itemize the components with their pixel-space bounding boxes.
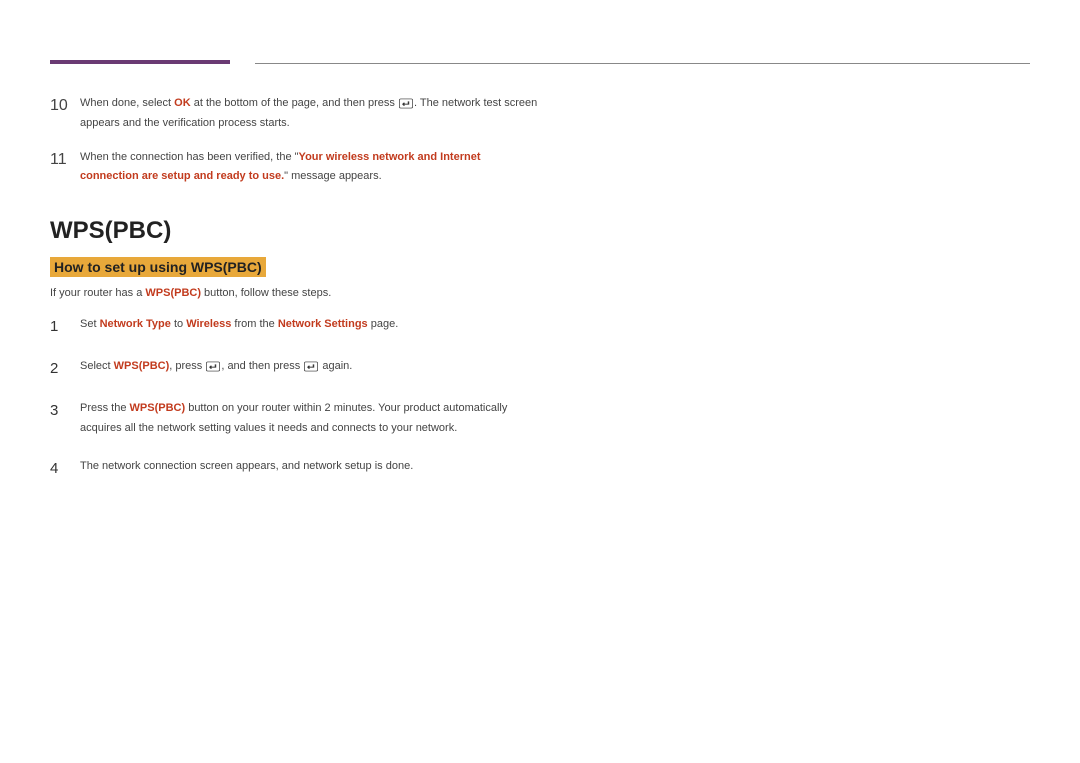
- body-text: " message appears.: [284, 170, 381, 182]
- step-row: 2Select WPS(PBC), press , and then press…: [50, 357, 1030, 381]
- body-text: If your router has a: [50, 287, 145, 299]
- highlight-text: Network Settings: [278, 318, 368, 330]
- subsection-title: How to set up using WPS(PBC): [50, 257, 266, 277]
- body-text: button, follow these steps.: [201, 287, 331, 299]
- step-row: 11When the connection has been verified,…: [50, 148, 1030, 188]
- step-number: 4: [50, 457, 80, 481]
- highlight-text: WPS(PBC): [130, 402, 186, 414]
- highlight-text: WPS(PBC): [145, 287, 201, 299]
- step-body: The network connection screen appears, a…: [80, 457, 413, 477]
- body-text: Set: [80, 318, 100, 330]
- lower-steps: 1Set Network Type to Wireless from the N…: [50, 315, 1030, 481]
- enter-icon: [399, 98, 413, 109]
- intro-text: If your router has a WPS(PBC) button, fo…: [50, 287, 1030, 299]
- body-text: Press the: [80, 402, 130, 414]
- step-body: Set Network Type to Wireless from the Ne…: [80, 315, 398, 335]
- header-rule: [50, 60, 1030, 64]
- enter-icon: [206, 361, 220, 372]
- step-body: When the connection has been verified, t…: [80, 148, 540, 188]
- highlight-text: OK: [174, 97, 191, 109]
- step-number: 10: [50, 94, 80, 118]
- body-text: , and then press: [221, 360, 303, 372]
- step-body: Select WPS(PBC), press , and then press …: [80, 357, 352, 377]
- body-text: again.: [319, 360, 352, 372]
- body-text: , press: [169, 360, 205, 372]
- highlight-text: WPS(PBC): [114, 360, 170, 372]
- body-text: Select: [80, 360, 114, 372]
- step-number: 11: [50, 148, 80, 172]
- step-row: 4The network connection screen appears, …: [50, 457, 1030, 481]
- step-body: When done, select OK at the bottom of th…: [80, 94, 540, 134]
- enter-icon: [304, 361, 318, 372]
- step-number: 2: [50, 357, 80, 381]
- highlight-text: Network Type: [100, 318, 171, 330]
- body-text: When the connection has been verified, t…: [80, 151, 299, 163]
- body-text: from the: [231, 318, 277, 330]
- upper-steps: 10When done, select OK at the bottom of …: [50, 94, 1030, 187]
- divider-line: [255, 63, 1030, 64]
- body-text: When done, select: [80, 97, 174, 109]
- body-text: page.: [368, 318, 399, 330]
- body-text: The network connection screen appears, a…: [80, 460, 413, 472]
- step-number: 1: [50, 315, 80, 339]
- step-row: 3Press the WPS(PBC) button on your route…: [50, 399, 1030, 439]
- step-body: Press the WPS(PBC) button on your router…: [80, 399, 540, 439]
- step-number: 3: [50, 399, 80, 423]
- section-title: WPS(PBC): [50, 217, 1030, 245]
- step-row: 1Set Network Type to Wireless from the N…: [50, 315, 1030, 339]
- body-text: at the bottom of the page, and then pres…: [191, 97, 398, 109]
- accent-bar: [50, 60, 230, 64]
- body-text: to: [171, 318, 186, 330]
- step-row: 10When done, select OK at the bottom of …: [50, 94, 1030, 134]
- highlight-text: Wireless: [186, 318, 231, 330]
